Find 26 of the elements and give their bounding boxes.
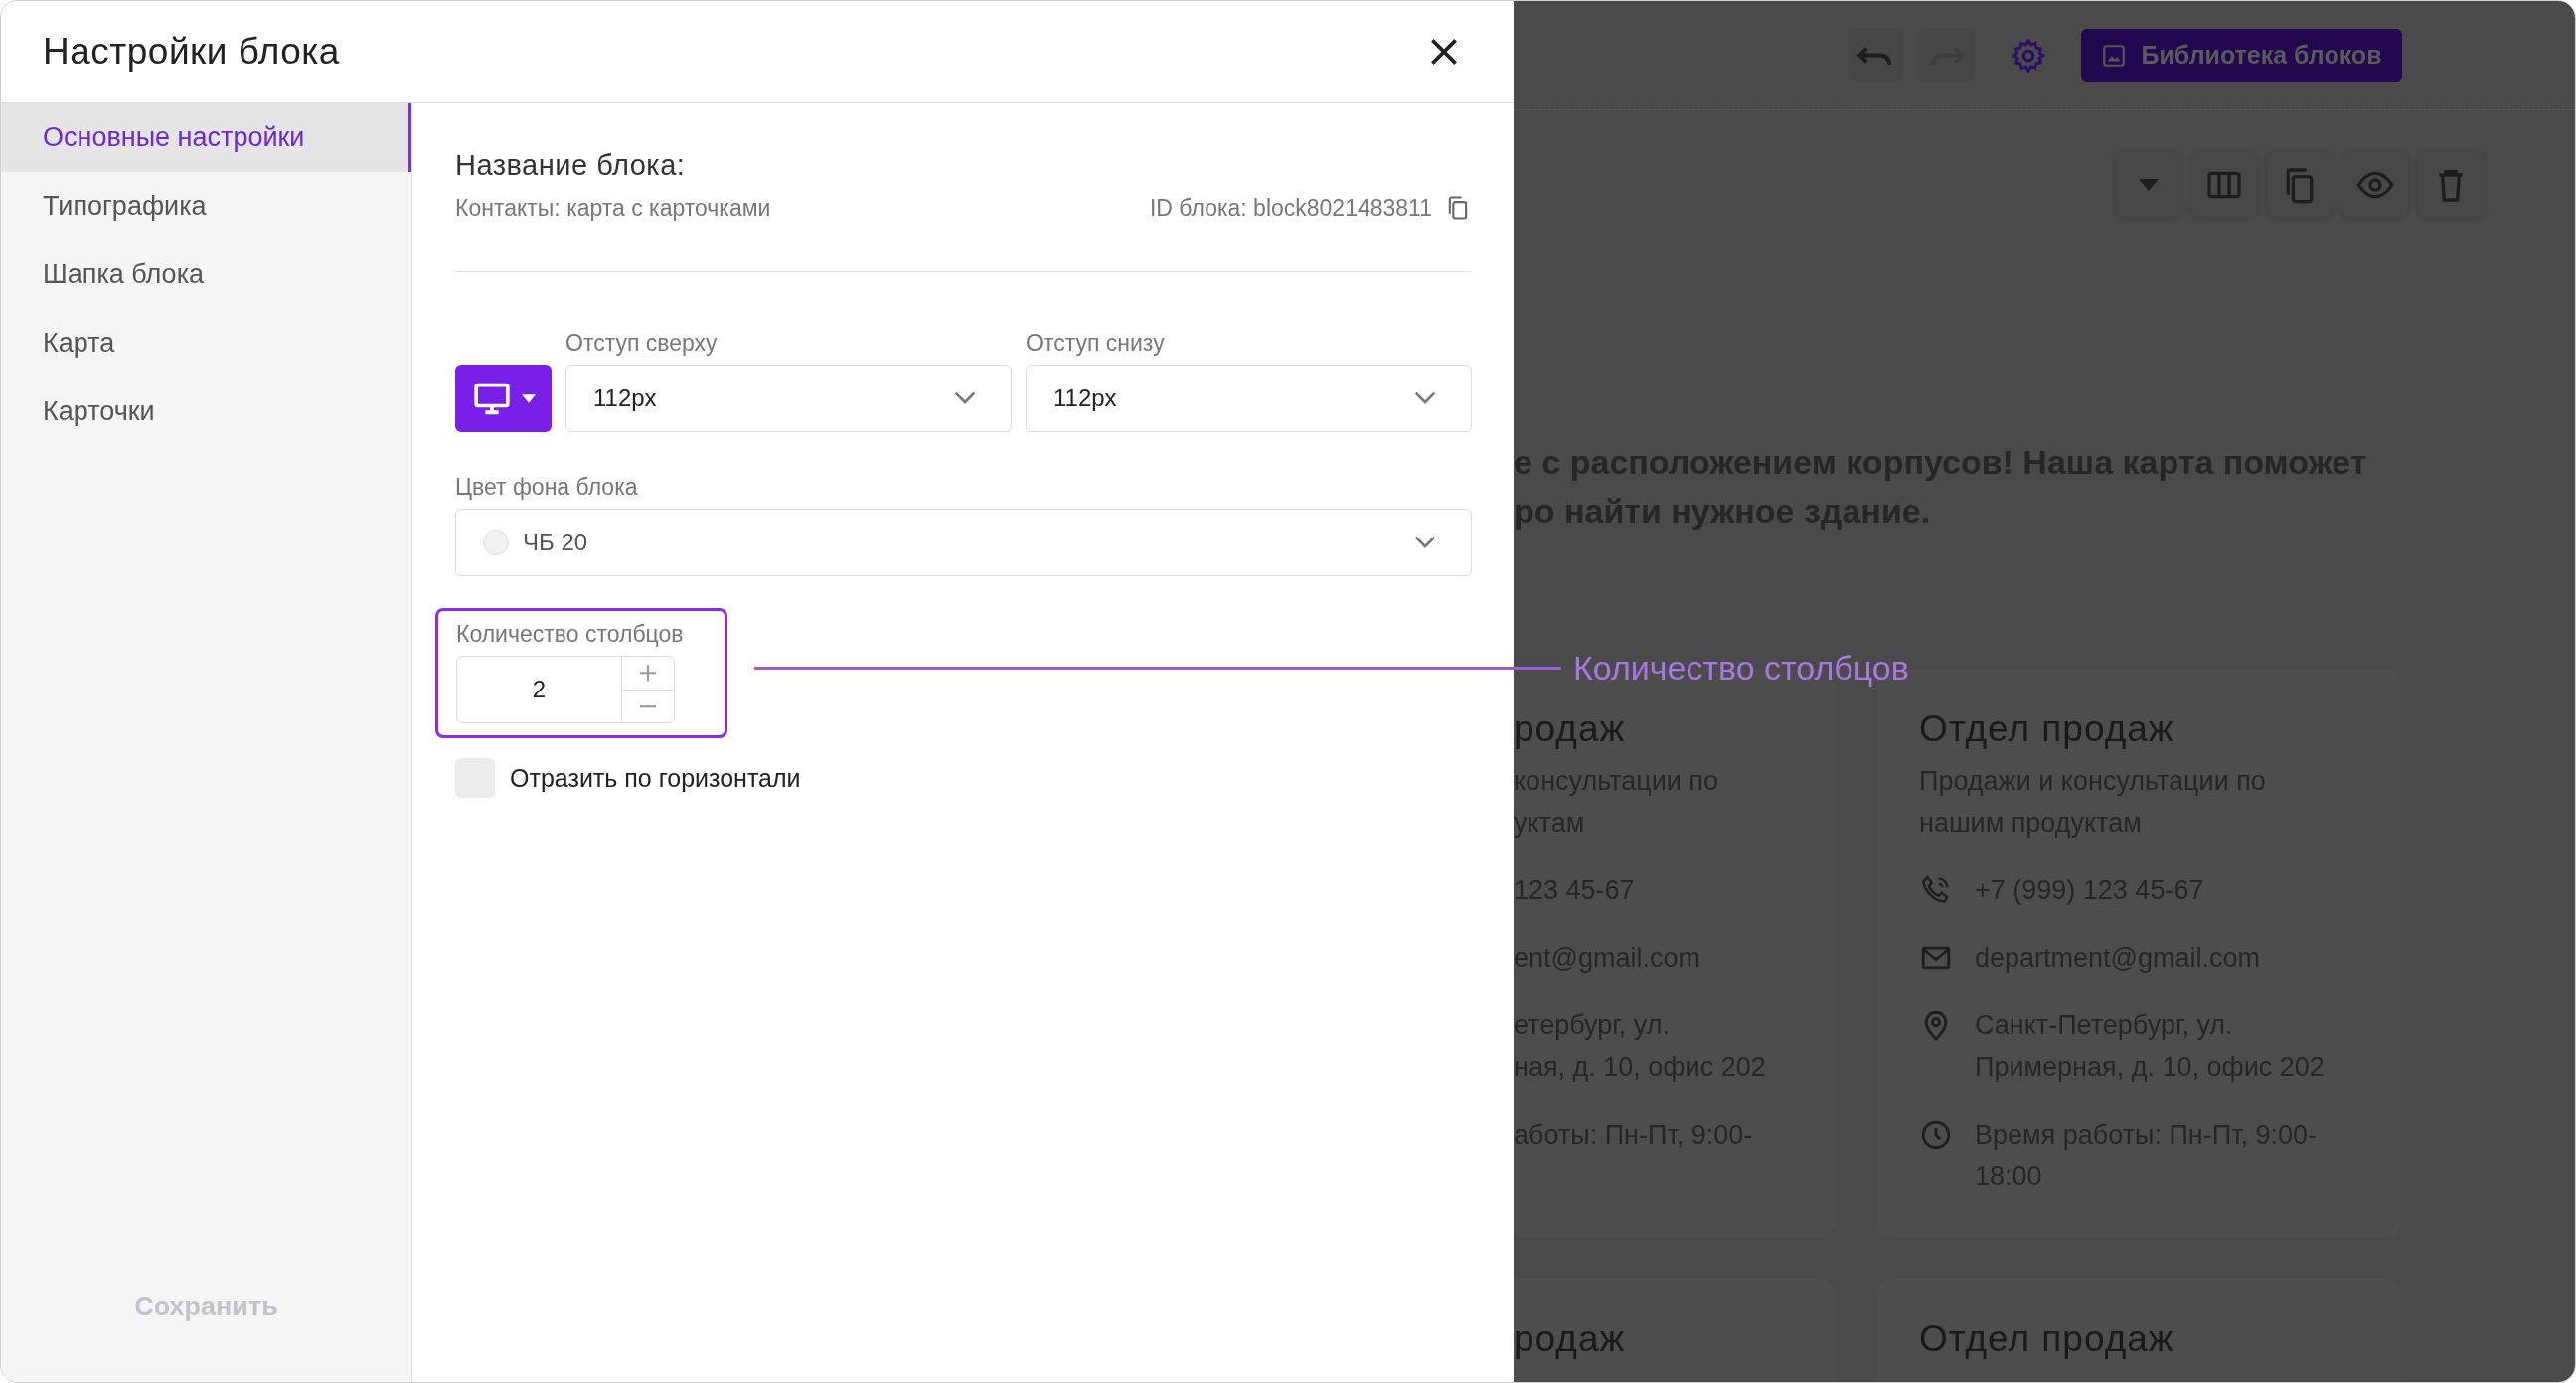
padding-select[interactable]: 112px (565, 365, 1012, 432)
field-label: Отступ снизу (1026, 330, 1166, 357)
block-name-text: Контакты: карта с карточками (455, 194, 771, 222)
section-heading: Название блока: (455, 149, 686, 182)
clock-icon (1919, 1118, 1953, 1152)
sidebar-item[interactable]: Карточки (1, 378, 411, 446)
sidebar-item[interactable]: Шапка блока (1, 240, 411, 309)
sidebar-item[interactable]: Типографика (1, 172, 411, 240)
dialog-title: Настройки блока (43, 31, 340, 73)
field-label: Отступ сверху (565, 330, 719, 357)
number-input[interactable]: 2 (456, 656, 675, 723)
color-select[interactable]: ЧБ 20 (455, 509, 1472, 576)
field-label: Количество столбцов (456, 621, 684, 648)
caret-icon (2139, 179, 2159, 191)
annotation-label: Количество столбцов (1573, 649, 1909, 688)
sidebar-item[interactable]: Основные настройки (1, 103, 411, 172)
field-label: Цвет фона блока (455, 474, 638, 501)
sidebar-item[interactable]: Карта (1, 309, 411, 378)
device-dropdown-button[interactable] (455, 365, 552, 432)
caret-icon (521, 393, 536, 403)
color-swatch (483, 530, 509, 555)
settings-icon[interactable] (2010, 36, 2047, 75)
image-icon (2101, 42, 2128, 69)
padding-select[interactable]: 112px (1026, 365, 1472, 432)
checkbox-label: Отразить по горизонтали (510, 763, 801, 793)
block-id-text: ID блока: block8021483811 (1149, 194, 1432, 222)
